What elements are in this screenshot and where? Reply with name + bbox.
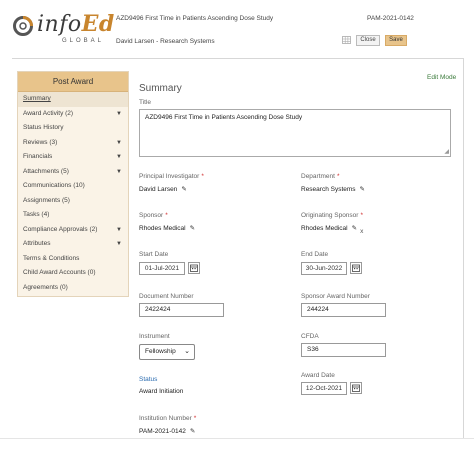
expand-arrow-icon[interactable]: ▼ <box>116 165 122 180</box>
award-date-input[interactable]: 12-Oct-2021 <box>301 382 347 395</box>
pi-label: Principal Investigator * <box>139 173 204 180</box>
sidebar-item-child-award-accounts[interactable]: Child Award Accounts (0) <box>18 266 128 281</box>
sidebar-item-attachments[interactable]: Attachments (5) ▼ <box>18 165 128 180</box>
logo-subtext: GLOBAL <box>62 38 105 44</box>
sidebar-item-award-activity[interactable]: Award Activity (2) ▼ <box>18 107 128 122</box>
record-id: PAM-2021-0142 <box>367 15 414 22</box>
pencil-icon[interactable]: ✎ <box>190 224 195 232</box>
document-number-label: Document Number <box>139 293 194 300</box>
end-date-input[interactable]: 30-Jun-2022 <box>301 262 347 275</box>
header-divider <box>12 58 464 59</box>
sidebar-item-summary[interactable]: Summary <box>18 92 128 107</box>
start-date-label: Start Date <box>139 251 169 258</box>
pencil-icon[interactable]: ✎ <box>181 185 186 193</box>
department-label: Department * <box>301 173 340 180</box>
infoed-logo: infoEd GLOBAL <box>12 11 115 45</box>
grid-icon[interactable] <box>342 36 351 44</box>
sidebar-item-tasks[interactable]: Tasks (4) <box>18 208 128 223</box>
expand-arrow-icon[interactable]: ▼ <box>116 107 122 122</box>
sponsor-label: Sponsor * <box>139 212 168 219</box>
bottom-divider <box>0 438 474 439</box>
expand-arrow-icon[interactable]: ▼ <box>116 237 122 252</box>
calendar-icon[interactable] <box>188 262 200 274</box>
logo-wordmark: infoEd <box>37 11 115 37</box>
sidebar-item-reviews[interactable]: Reviews (3) ▼ <box>18 136 128 151</box>
logo-swirl-icon <box>13 16 33 36</box>
calendar-icon[interactable] <box>350 382 362 394</box>
expand-arrow-icon[interactable]: ▼ <box>116 150 122 165</box>
required-marker: * <box>201 173 204 180</box>
award-date-label: Award Date <box>301 372 335 379</box>
pencil-icon[interactable]: ✎ <box>190 427 195 435</box>
sponsor-award-number-input[interactable]: 244224 <box>301 303 386 317</box>
section-title: Summary <box>139 83 182 94</box>
sponsor-award-number-label: Sponsor Award Number <box>301 293 370 300</box>
sidebar-item-agreements[interactable]: Agreements (0) <box>18 281 128 296</box>
required-marker: * <box>165 212 168 219</box>
title-value: AZD9496 First Time in Patients Ascending… <box>145 114 303 121</box>
title-label: Title <box>139 99 152 106</box>
document-number-input[interactable]: 2422424 <box>139 303 224 317</box>
title-textarea[interactable]: AZD9496 First Time in Patients Ascending… <box>139 109 451 157</box>
edit-mode-link[interactable]: Edit Mode <box>427 74 456 81</box>
chevron-down-icon: ⌄ <box>184 348 190 355</box>
originating-sponsor-value: Rhodes Medical ✎ x <box>301 224 364 235</box>
close-button[interactable]: Close <box>356 35 380 46</box>
pi-value: David Larsen ✎ <box>139 185 187 193</box>
save-button[interactable]: Save <box>385 35 407 46</box>
required-marker: * <box>360 212 363 219</box>
sidebar-item-compliance-approvals[interactable]: Compliance Approvals (2) ▼ <box>18 223 128 238</box>
pencil-icon[interactable]: ✎ <box>360 185 365 193</box>
start-date-input[interactable]: 01-Jul-2021 <box>139 262 185 275</box>
required-marker: * <box>336 173 340 180</box>
calendar-icon[interactable] <box>350 262 362 274</box>
status-value: Award Initiation <box>139 388 184 395</box>
user-department: David Larsen - Research Systems <box>116 38 215 45</box>
originating-sponsor-label: Originating Sponsor * <box>301 212 363 219</box>
clear-icon[interactable]: x <box>360 228 363 235</box>
expand-arrow-icon[interactable]: ▼ <box>116 136 122 151</box>
cfda-label: CFDA <box>301 333 319 340</box>
sidebar-heading: Post Award <box>18 72 128 92</box>
sidebar-item-status-history[interactable]: Status History <box>18 121 128 136</box>
end-date-label: End Date <box>301 251 329 258</box>
resize-grip-icon[interactable]: ◢ <box>444 148 449 155</box>
sidebar-item-terms-conditions[interactable]: Terms & Conditions <box>18 252 128 267</box>
cfda-input[interactable]: S36 <box>301 343 386 357</box>
sidebar-item-communications[interactable]: Communications (10) <box>18 179 128 194</box>
sidebar-item-attributes[interactable]: Attributes ▼ <box>18 237 128 252</box>
sidebar-item-assignments[interactable]: Assignments (5) <box>18 194 128 209</box>
required-marker: * <box>193 415 197 422</box>
institution-number-label: Institution Number * <box>139 415 197 422</box>
instrument-label: Instrument <box>139 333 170 340</box>
right-border <box>463 58 464 438</box>
pencil-icon[interactable]: ✎ <box>352 224 357 232</box>
sponsor-value: Rhodes Medical ✎ <box>139 224 196 232</box>
record-title: AZD9496 First Time in Patients Ascending… <box>116 15 274 22</box>
instrument-select[interactable]: Fellowship ⌄ <box>139 344 195 360</box>
post-award-sidebar: Post Award Summary Award Activity (2) ▼ S… <box>17 71 129 297</box>
sidebar-item-financials[interactable]: Financials ▼ <box>18 150 128 165</box>
institution-number-value: PAM-2021-0142 ✎ <box>139 427 196 435</box>
status-link[interactable]: Status <box>139 376 157 383</box>
app-frame: infoEd GLOBAL AZD9496 First Time in Pati… <box>0 0 474 454</box>
department-value: Research Systems ✎ <box>301 185 365 193</box>
expand-arrow-icon[interactable]: ▼ <box>116 223 122 238</box>
